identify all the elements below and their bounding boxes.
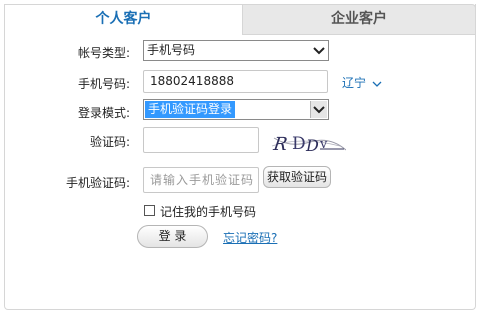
forgot-password-link[interactable]: 忘记密码? — [223, 229, 277, 246]
captcha-input[interactable] — [143, 127, 259, 153]
remember-label: 记住我的手机号码 — [160, 205, 257, 219]
get-code-button[interactable]: 获取验证码 — [263, 166, 331, 188]
account-type-value: 手机号码 — [147, 43, 196, 57]
phone-label: 手机号码: — [77, 77, 130, 91]
chevron-down-icon — [372, 77, 382, 91]
login-mode-value: 手机验证码登录 — [145, 101, 236, 118]
sms-code-label: 手机验证码: — [65, 176, 130, 190]
svg-text:D: D — [292, 134, 306, 154]
svg-text:D: D — [305, 136, 319, 155]
tab-enterprise[interactable]: 企业客户 — [242, 4, 476, 35]
login-mode-select[interactable]: 手机验证码登录 — [143, 99, 329, 120]
login-button[interactable]: 登 录 — [137, 225, 208, 248]
captcha-label: 验证码: — [89, 135, 130, 149]
region-selector[interactable]: 辽宁 — [342, 74, 382, 91]
account-type-select[interactable]: 手机号码 — [143, 40, 329, 61]
svg-text:v: v — [319, 137, 328, 152]
login-mode-label: 登录模式: — [77, 106, 130, 120]
account-type-label: 帐号类型: — [77, 46, 130, 60]
customer-tabs: 个人客户 企业客户 — [4, 4, 476, 35]
phone-input[interactable]: 18802418888 — [143, 70, 328, 93]
remember-checkbox[interactable] — [144, 205, 155, 216]
captcha-image[interactable]: R D D v — [270, 128, 347, 156]
chevron-down-icon — [311, 42, 327, 59]
chevron-down-icon — [310, 101, 327, 118]
svg-text:R: R — [271, 134, 288, 155]
tab-personal[interactable]: 个人客户 — [4, 4, 242, 35]
region-label: 辽宁 — [342, 76, 367, 90]
sms-code-input[interactable]: 请输入手机验证码 — [143, 167, 259, 193]
